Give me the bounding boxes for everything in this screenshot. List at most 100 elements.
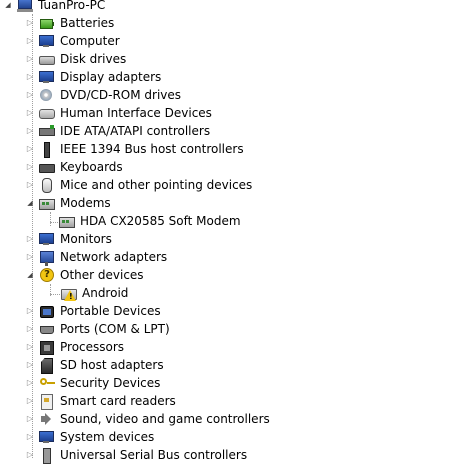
expand-toggle[interactable] bbox=[26, 338, 34, 356]
tree-item-label: Mice and other pointing devices bbox=[60, 178, 253, 192]
expand-toggle[interactable] bbox=[26, 194, 34, 212]
tree-item-security-devices[interactable]: Security Devices bbox=[26, 374, 162, 392]
dvd-drive-icon bbox=[38, 87, 54, 103]
tree-item-other-devices[interactable]: ? Other devices bbox=[26, 266, 146, 284]
tree-item-computer[interactable]: Computer bbox=[26, 32, 122, 50]
modem-icon bbox=[58, 213, 75, 229]
tree-item-display-adapters[interactable]: Display adapters bbox=[26, 68, 163, 86]
expand-toggle[interactable] bbox=[26, 356, 34, 374]
expand-toggle[interactable] bbox=[26, 158, 34, 176]
tree-connector bbox=[50, 294, 60, 295]
modem-icon bbox=[38, 195, 55, 211]
tree-connector bbox=[50, 212, 51, 226]
expand-toggle[interactable] bbox=[26, 392, 34, 410]
tree-item-label: IEEE 1394 Bus host controllers bbox=[60, 142, 244, 156]
tree-item-modems[interactable]: Modems bbox=[26, 194, 113, 212]
expand-toggle[interactable] bbox=[4, 0, 12, 14]
network-adapter-icon bbox=[38, 249, 54, 266]
tree-child-modem[interactable]: HDA CX20585 Soft Modem bbox=[58, 212, 243, 230]
firewire-icon bbox=[38, 141, 54, 158]
expand-toggle[interactable] bbox=[26, 428, 34, 446]
expand-toggle[interactable] bbox=[26, 320, 34, 338]
tree-item-ports[interactable]: Ports (COM & LPT) bbox=[26, 320, 172, 338]
processor-icon bbox=[38, 339, 54, 355]
speaker-icon bbox=[38, 411, 54, 427]
tree-item-label: Network adapters bbox=[60, 250, 168, 264]
battery-icon bbox=[38, 15, 54, 31]
sd-card-icon bbox=[38, 357, 54, 374]
expand-toggle[interactable] bbox=[26, 230, 34, 248]
tree-item-label: System devices bbox=[60, 430, 155, 444]
tree-item-mice[interactable]: Mice and other pointing devices bbox=[26, 176, 254, 194]
tree-connector bbox=[50, 222, 58, 223]
expand-toggle[interactable] bbox=[26, 14, 34, 32]
tree-item-label: Security Devices bbox=[60, 376, 161, 390]
tree-item-label: Display adapters bbox=[60, 70, 162, 84]
tree-item-label: Portable Devices bbox=[60, 304, 161, 318]
smart-card-icon bbox=[38, 393, 54, 410]
tree-item-disk-drives[interactable]: Disk drives bbox=[26, 50, 128, 68]
expand-toggle[interactable] bbox=[26, 140, 34, 158]
tree-item-ide-controllers[interactable]: IDE ATA/ATAPI controllers bbox=[26, 122, 212, 140]
system-device-icon bbox=[38, 429, 54, 445]
tree-item-label: Human Interface Devices bbox=[60, 106, 212, 120]
expand-toggle[interactable] bbox=[26, 104, 34, 122]
expand-toggle[interactable] bbox=[26, 302, 34, 320]
tree-item-batteries[interactable]: Batteries bbox=[26, 14, 116, 32]
expand-toggle[interactable] bbox=[26, 32, 34, 50]
ide-controller-icon bbox=[38, 123, 55, 139]
tree-item-label: Sound, video and game controllers bbox=[60, 412, 270, 426]
tree-item-label: SD host adapters bbox=[60, 358, 164, 372]
tree-item-label: IDE ATA/ATAPI controllers bbox=[60, 124, 211, 138]
tree-item-label: HDA CX20585 Soft Modem bbox=[80, 214, 241, 228]
expand-toggle[interactable] bbox=[26, 446, 34, 464]
mouse-icon bbox=[38, 177, 54, 193]
tree-item-human-interface-devices[interactable]: Human Interface Devices bbox=[26, 104, 214, 122]
expand-toggle[interactable] bbox=[26, 86, 34, 104]
expand-toggle[interactable] bbox=[26, 122, 34, 140]
portable-device-icon bbox=[38, 303, 54, 319]
expand-toggle[interactable] bbox=[26, 374, 34, 392]
tree-item-processors[interactable]: Processors bbox=[26, 338, 126, 356]
tree-item-keyboards[interactable]: Keyboards bbox=[26, 158, 125, 176]
tree-item-sound-video-game[interactable]: Sound, video and game controllers bbox=[26, 410, 272, 428]
usb-icon bbox=[38, 447, 54, 464]
tree-item-ieee1394[interactable]: IEEE 1394 Bus host controllers bbox=[26, 140, 246, 158]
tree-item-label: Batteries bbox=[60, 16, 115, 30]
tree-item-label: Monitors bbox=[60, 232, 112, 246]
unknown-device-icon: ? bbox=[38, 267, 54, 283]
tree-item-label: DVD/CD-ROM drives bbox=[60, 88, 182, 102]
tree-item-label: Other devices bbox=[60, 268, 144, 282]
tree-child-android[interactable]: ! Android bbox=[60, 284, 130, 302]
monitor-icon bbox=[38, 231, 54, 247]
tree-item-label: Modems bbox=[60, 196, 111, 210]
tree-item-label: Processors bbox=[60, 340, 125, 354]
expand-toggle[interactable] bbox=[26, 50, 34, 68]
tree-item-usb-controllers[interactable]: Universal Serial Bus controllers bbox=[26, 446, 249, 464]
tree-root-label: TuanPro-PC bbox=[38, 0, 106, 12]
expand-toggle[interactable] bbox=[26, 410, 34, 428]
expand-toggle[interactable] bbox=[26, 266, 34, 284]
disk-drive-icon bbox=[38, 51, 55, 67]
tree-root[interactable]: TuanPro-PC bbox=[4, 0, 107, 14]
expand-toggle[interactable] bbox=[26, 68, 34, 86]
tree-item-network-adapters[interactable]: Network adapters bbox=[26, 248, 169, 266]
tree-item-smart-card-readers[interactable]: Smart card readers bbox=[26, 392, 178, 410]
expand-toggle[interactable] bbox=[26, 176, 34, 194]
tree-item-label: Ports (COM & LPT) bbox=[60, 322, 170, 336]
tree-item-label: Keyboards bbox=[60, 160, 123, 174]
tree-item-label: Universal Serial Bus controllers bbox=[60, 448, 248, 462]
tree-item-label: Android bbox=[82, 286, 129, 300]
device-tree: TuanPro-PC Batteries Computer Disk drive… bbox=[0, 0, 454, 464]
display-adapter-icon bbox=[38, 69, 54, 85]
port-icon bbox=[38, 321, 54, 337]
tree-item-portable-devices[interactable]: Portable Devices bbox=[26, 302, 163, 320]
expand-toggle[interactable] bbox=[26, 248, 34, 266]
tree-item-label: Computer bbox=[60, 34, 120, 48]
tree-item-monitors[interactable]: Monitors bbox=[26, 230, 114, 248]
tree-item-dvd-drives[interactable]: DVD/CD-ROM drives bbox=[26, 86, 183, 104]
tree-item-sd-host-adapters[interactable]: SD host adapters bbox=[26, 356, 166, 374]
warning-device-icon: ! bbox=[60, 285, 77, 301]
tree-item-system-devices[interactable]: System devices bbox=[26, 428, 156, 446]
tree-item-label: Smart card readers bbox=[60, 394, 176, 408]
